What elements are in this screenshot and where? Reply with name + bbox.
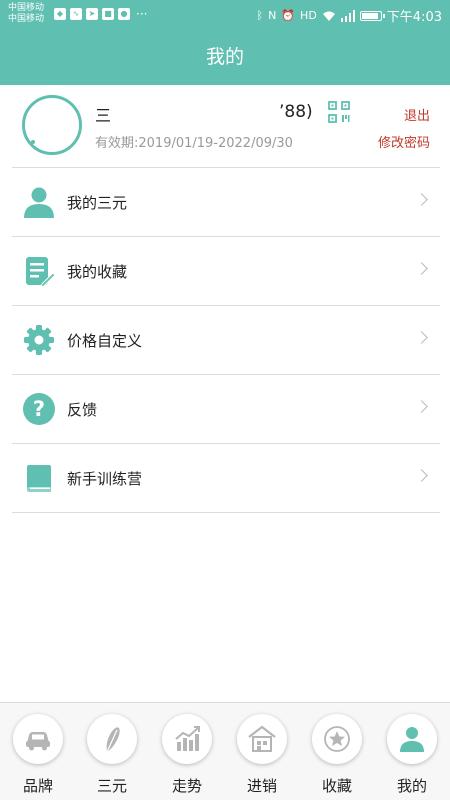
more-notifications: ··· <box>136 7 148 21</box>
menu-item-my-sanyuan[interactable]: 我的三元 <box>12 168 440 237</box>
tab-label: 走势 <box>171 777 202 795</box>
logout-link[interactable]: 退出 <box>404 105 430 124</box>
car-icon <box>26 732 50 751</box>
gear-icon <box>24 325 54 355</box>
menu-item-my-favorites[interactable]: 我的收藏 <box>12 237 440 306</box>
help-icon: ? <box>23 393 55 425</box>
svg-text:?: ? <box>33 397 45 421</box>
menu-label: 我的收藏 <box>67 263 128 281</box>
warehouse-icon <box>248 725 276 752</box>
menu-label: 新手训练营 <box>67 470 143 488</box>
alarm-icon: ⏰ <box>281 9 296 22</box>
settings-menu: 我的三元 我的收藏 价格自定义 ? 反馈 新手训练营 <box>12 168 440 513</box>
hd-icon: HD <box>300 9 317 22</box>
tab-favorites[interactable]: 收藏 <box>300 703 376 800</box>
tab-icon-circle <box>237 714 287 764</box>
user-icon <box>24 187 54 218</box>
user-name: 三 <box>95 106 112 125</box>
chevron-right-icon <box>415 400 428 413</box>
avatar[interactable] <box>22 95 82 155</box>
feather-icon <box>106 727 120 753</box>
bottom-tab-bar: 品牌 三元 走势 进销 收藏 我的 <box>0 702 450 800</box>
page-header: 我的 <box>0 30 450 85</box>
tab-icon-circle <box>312 714 362 764</box>
tab-label: 三元 <box>96 777 127 795</box>
carrier-2: 中国移动 <box>8 14 45 24</box>
tab-icon-circle <box>387 714 437 764</box>
validity-period: 有效期:2019/01/19-2022/09/30 <box>95 136 293 151</box>
wechat-icon: ● <box>118 8 130 20</box>
chevron-right-icon <box>415 469 428 482</box>
tab-icon-circle <box>87 714 137 764</box>
tab-label: 我的 <box>396 777 427 795</box>
signal-icon <box>340 9 355 22</box>
wifi-icon <box>322 11 335 21</box>
tab-label: 品牌 <box>22 777 53 795</box>
menu-item-newbie-camp[interactable]: 新手训练营 <box>12 444 440 513</box>
app-icon: ■ <box>102 8 114 20</box>
tab-label: 进销 <box>246 777 277 795</box>
tab-label: 收藏 <box>321 777 352 795</box>
user-phone: ’88) <box>279 102 313 122</box>
edit-document-icon <box>26 257 56 288</box>
change-password-link[interactable]: 修改密码 <box>378 132 430 151</box>
profile-card: 三 ’88) 有效期:2019/01/19-2022/09/30 退出 修改密码 <box>12 85 440 168</box>
tab-icon-circle <box>13 714 63 764</box>
menu-label: 价格自定义 <box>67 332 143 350</box>
tab-icon-circle <box>162 714 212 764</box>
chevron-right-icon <box>415 331 428 344</box>
tab-trend[interactable]: 走势 <box>150 703 226 800</box>
tab-sanyuan[interactable]: 三元 <box>75 703 151 800</box>
star-icon <box>324 726 350 752</box>
tab-mine[interactable]: 我的 <box>375 703 450 800</box>
book-icon <box>27 465 51 492</box>
chevron-right-icon <box>415 262 428 275</box>
pulse-icon: ∿ <box>70 8 82 20</box>
send-icon: ➤ <box>86 8 98 20</box>
notification-icons: ◆ ∿ ➤ ■ ● ··· <box>54 8 147 20</box>
page-title: 我的 <box>205 46 244 68</box>
qr-code-icon[interactable] <box>328 101 350 123</box>
menu-label: 我的三元 <box>67 194 128 212</box>
system-icons: ᛒ N ⏰ HD 下午4:03 <box>257 6 443 25</box>
status-bar: 中国移动 中国移动 ◆ ∿ ➤ ■ ● ··· ᛒ N ⏰ HD 下午4:03 <box>0 0 450 30</box>
status-time: 下午4:03 <box>386 10 442 25</box>
tab-brand[interactable]: 品牌 <box>1 703 77 800</box>
tab-inventory[interactable]: 进销 <box>225 703 301 800</box>
shield-icon: ◆ <box>54 8 66 20</box>
carrier-1: 中国移动 <box>8 3 45 13</box>
bluetooth-icon: ᛒ <box>256 9 264 22</box>
trend-chart-icon <box>175 726 200 751</box>
content-panel: 三 ’88) 有效期:2019/01/19-2022/09/30 退出 修改密码… <box>0 85 450 702</box>
user-icon <box>400 727 424 752</box>
menu-item-price-custom[interactable]: 价格自定义 <box>12 306 440 375</box>
nfc-icon: N <box>268 9 277 22</box>
menu-item-feedback[interactable]: ? 反馈 <box>12 375 440 444</box>
chevron-right-icon <box>415 193 428 206</box>
battery-icon <box>359 10 385 21</box>
carrier-info: 中国移动 中国移动 <box>8 3 44 25</box>
menu-label: 反馈 <box>67 401 98 419</box>
